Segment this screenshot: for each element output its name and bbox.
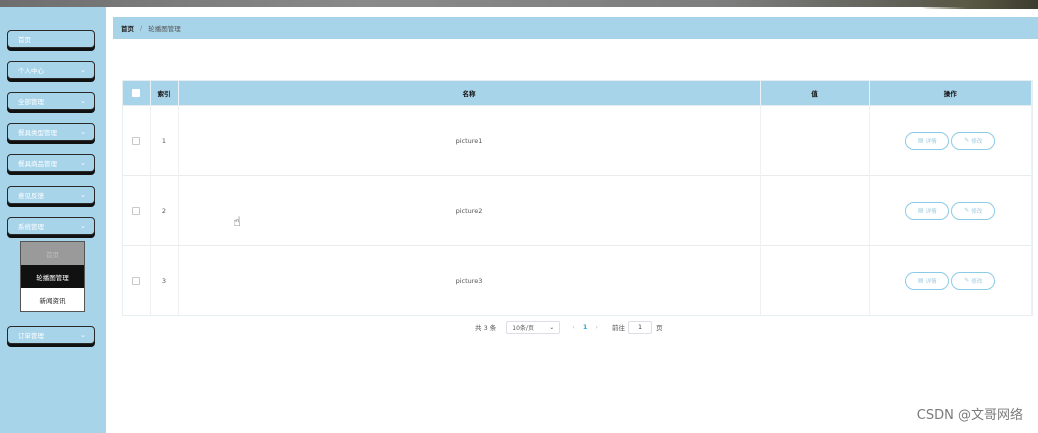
top-banner-strip [0,0,1038,7]
chevron-down-icon: ⌄ [80,65,86,74]
chevron-down-icon: ⌄ [80,96,86,105]
row-select-cell [123,105,151,176]
row-checkbox[interactable] [132,136,141,145]
edit-label: 修改 [971,278,983,285]
row-actions: ▤ 详情 ✎ 修改 [869,105,1032,176]
row-actions: ▤ 详情 ✎ 修改 [869,175,1032,246]
row-checkbox[interactable] [132,276,141,285]
sidebar-item-profile[interactable]: 个人中心 ⌄ [7,61,95,79]
edit-button[interactable]: ✎ 修改 [951,271,996,290]
pencil-icon: ✎ [964,277,970,284]
row-name: picture1 [178,105,761,176]
chevron-down-icon: ⌄ [80,330,86,339]
table-header-row: 索引 名称 值 操作 [123,81,1032,106]
select-all-checkbox[interactable] [132,89,141,97]
page-number-current[interactable]: 1 [583,323,588,331]
breadcrumb-current: 轮播图管理 [148,25,181,33]
detail-label: 详情 [925,208,937,215]
row-value [760,175,870,246]
detail-label: 详情 [925,138,937,145]
sidebar-item-label: 餐具商品管理 [18,160,57,168]
data-table: 索引 名称 值 操作 1 picture1 ▤ 详情 ✎ 修改 2 picture2 [122,80,1033,316]
sidebar-item-home[interactable]: 首页 [7,30,95,48]
edit-label: 修改 [971,138,983,145]
detail-button[interactable]: ▤ 详情 [905,201,950,220]
row-checkbox[interactable] [132,206,141,215]
chevron-down-icon: ⌄ [549,323,555,331]
sidebar: 首页 个人中心 ⌄ 全部管理 ⌄ 餐具类型管理 ⌄ 餐具商品管理 ⌄ 意见反馈 … [0,7,106,433]
document-icon: ▤ [917,137,924,144]
submenu-item-carousel[interactable]: 轮播图管理 [21,265,84,288]
goto-label: 前往 [612,324,626,332]
breadcrumb: 首页 / 轮播图管理 [113,17,1038,39]
prev-page-icon[interactable]: ‹ [572,323,575,331]
chevron-down-icon: ⌄ [80,221,86,230]
pagination: 共 3 条 10条/页 ⌄ ‹ 1 › 前往 1 页 [475,320,663,334]
sidebar-item-feedback[interactable]: 意见反馈 ⌄ [7,186,95,204]
submenu-item-home[interactable]: 首页 [21,242,84,265]
sidebar-item-label: 个人中心 [18,67,44,75]
chevron-down-icon: ⌄ [80,127,86,136]
sidebar-item-label: 全部管理 [18,98,44,106]
chevron-down-icon: ⌄ [80,190,86,199]
document-icon: ▤ [917,277,924,284]
edit-button[interactable]: ✎ 修改 [951,201,996,220]
detail-button[interactable]: ▤ 详情 [905,271,950,290]
row-index: 3 [150,245,179,315]
hand-cursor-icon: ☝ [233,215,241,230]
sidebar-item-label: 首页 [18,36,31,44]
sidebar-item-orders[interactable]: 订单管理 ⌄ [7,326,95,344]
row-select-cell [123,175,151,246]
submenu-item-news[interactable]: 新闻资讯 [21,288,84,311]
pencil-icon: ✎ [964,137,970,144]
row-name: picture2 [178,175,761,246]
watermark: CSDN @文哥网络 [916,408,1023,423]
sidebar-item-tableware-type[interactable]: 餐具类型管理 ⌄ [7,123,95,141]
document-icon: ▤ [917,207,924,214]
breadcrumb-separator: / [140,24,143,32]
system-submenu: 首页 轮播图管理 新闻资讯 [20,241,85,312]
sidebar-item-label: 订单管理 [18,332,44,340]
detail-button[interactable]: ▤ 详情 [905,131,950,150]
sidebar-item-all[interactable]: 全部管理 ⌄ [7,92,95,110]
header-index: 索引 [150,81,179,106]
next-page-icon[interactable]: › [595,323,598,331]
sidebar-item-system[interactable]: 系统管理 ⌄ [7,217,95,235]
chevron-down-icon: ⌄ [80,158,86,167]
top-banner-photo [918,0,1038,9]
breadcrumb-home[interactable]: 首页 [121,23,134,33]
row-index: 1 [150,105,179,176]
header-value: 值 [760,81,870,106]
detail-label: 详情 [925,278,937,285]
header-name: 名称 [178,81,761,106]
page-size-select[interactable]: 10条/页 ⌄ [506,320,561,334]
total-count: 共 3 条 [475,324,497,332]
sidebar-item-label: 系统管理 [18,223,44,231]
edit-button[interactable]: ✎ 修改 [951,131,996,150]
sidebar-item-label: 意见反馈 [18,192,44,200]
row-value [760,245,870,315]
goto-suffix: 页 [656,324,663,332]
header-actions: 操作 [869,81,1032,106]
table-row: 1 picture1 ▤ 详情 ✎ 修改 [123,105,1032,176]
row-actions: ▤ 详情 ✎ 修改 [869,245,1032,315]
sidebar-item-tableware-goods[interactable]: 餐具商品管理 ⌄ [7,154,95,172]
row-select-cell [123,245,151,315]
table-row: 2 picture2 ▤ 详情 ✎ 修改 [123,175,1032,246]
header-select-all[interactable] [123,81,151,106]
row-value [760,105,870,176]
table-row: 3 picture3 ▤ 详情 ✎ 修改 [123,245,1032,315]
pencil-icon: ✎ [964,207,970,214]
edit-label: 修改 [971,208,983,215]
row-index: 2 [150,175,179,246]
goto-page-input[interactable]: 1 [628,320,653,334]
page-size-value: 10条/页 [512,324,534,332]
row-name: picture3 [178,245,761,315]
sidebar-item-label: 餐具类型管理 [18,129,57,137]
